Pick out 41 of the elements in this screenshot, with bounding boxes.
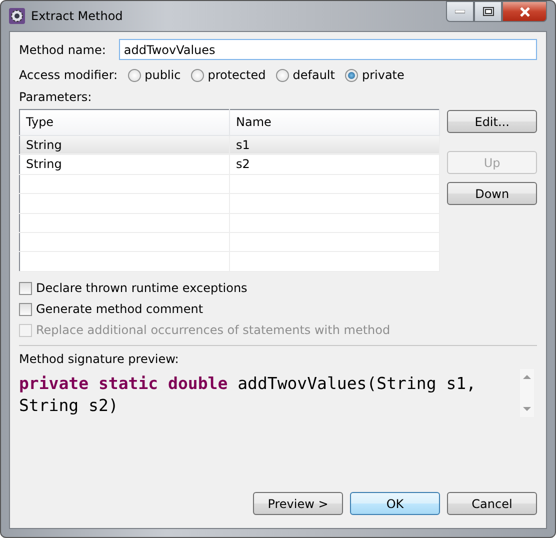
minimize-icon	[455, 10, 465, 14]
column-header[interactable]: Name	[230, 110, 440, 136]
window-title: Extract Method	[31, 9, 123, 23]
gear-icon	[9, 8, 25, 24]
parameters-label: Parameters:	[19, 90, 93, 104]
radio-button[interactable]	[190, 68, 204, 82]
method-signature-preview: private static double addTwovValues(String s1, String s2)	[19, 373, 478, 417]
table-cell: String	[20, 135, 230, 155]
checkbox-label: Declare thrown runtime exceptions	[36, 281, 248, 295]
radio-label: default	[292, 68, 335, 82]
close-button[interactable]	[502, 1, 547, 22]
radio-button[interactable]	[128, 68, 141, 82]
side-button[interactable]: Edit...	[447, 110, 537, 133]
table-row[interactable]: String s1	[20, 135, 440, 155]
scrollbar[interactable]	[520, 369, 534, 417]
checkbox-label: Replace additional occurrences of statements with method	[36, 323, 390, 337]
radio-label: protected	[208, 68, 266, 82]
dialog-button[interactable]: Cancel	[447, 492, 537, 515]
table-cell: String	[20, 154, 230, 174]
radio-button[interactable]	[276, 68, 289, 82]
column-header[interactable]: Type	[20, 110, 230, 136]
access-modifier-label: Access modifier:	[19, 68, 118, 82]
dialog-button[interactable]: OK	[350, 492, 440, 515]
method-name-field[interactable]: addTwovValues	[118, 39, 537, 60]
minimize-button[interactable]	[446, 1, 474, 22]
checkbox[interactable]	[19, 302, 32, 316]
table-cell: s1	[230, 135, 440, 155]
radio-button[interactable]	[344, 68, 358, 82]
method-name-label: Method name:	[19, 42, 106, 56]
checkbox-label: Generate method comment	[36, 302, 204, 316]
maximize-button[interactable]	[474, 1, 502, 22]
table-cell: s2	[230, 154, 440, 174]
close-icon	[518, 6, 530, 16]
side-button[interactable]: Down	[447, 182, 537, 205]
dialog-button[interactable]: Preview >	[253, 492, 343, 515]
maximize-icon	[482, 7, 494, 16]
table-row[interactable]: String s2	[20, 154, 440, 174]
checkbox[interactable]	[19, 282, 32, 294]
radio-label: private	[362, 68, 404, 82]
preview-label: Method signature preview:	[19, 352, 180, 366]
radio-label: public	[144, 68, 181, 82]
